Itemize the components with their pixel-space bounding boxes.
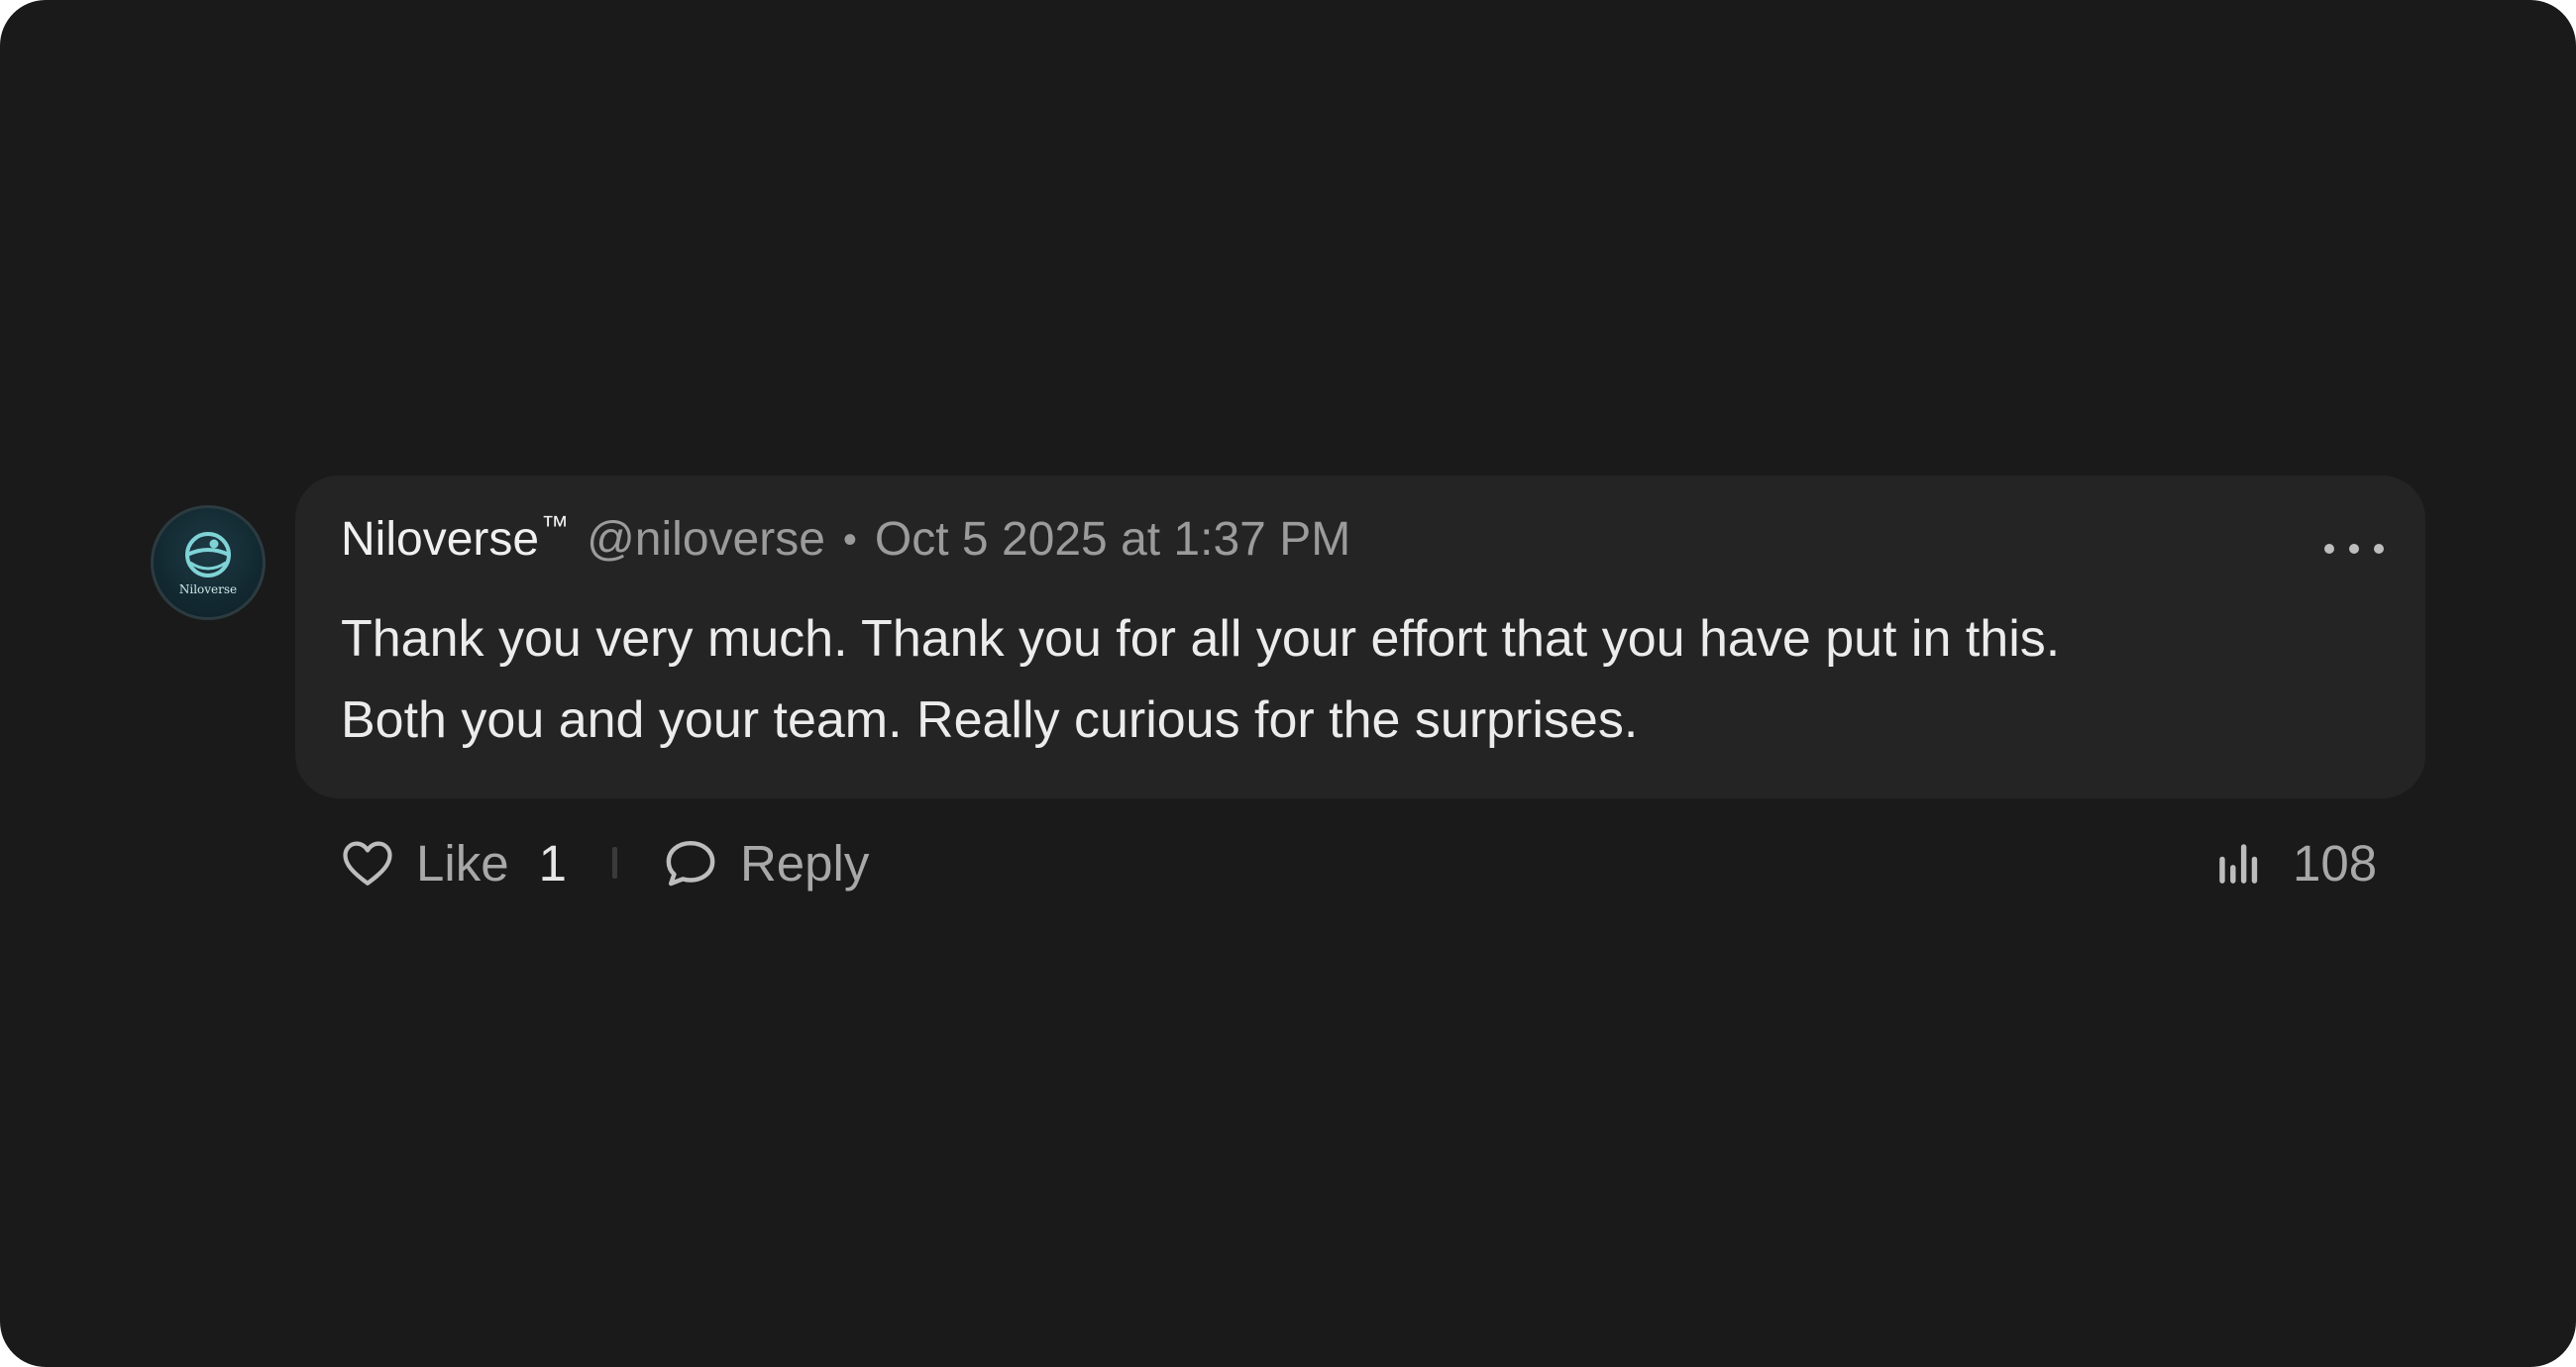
avatar[interactable]: Niloverse	[151, 505, 266, 620]
like-count: 1	[538, 834, 567, 892]
like-button[interactable]: Like 1	[341, 834, 567, 893]
reply-label: Reply	[739, 834, 870, 892]
comment-actions: Like 1 Reply	[341, 830, 869, 895]
niloverse-logo-icon: Niloverse	[179, 532, 237, 596]
author-name[interactable]: Niloverse	[341, 510, 539, 570]
comment-card: Niloverse Niloverse ™ @niloverse • Oct 5 …	[0, 0, 2576, 1367]
avatar-wordmark: Niloverse	[179, 582, 237, 596]
comment-body-line: Both you and your team. Really curious f…	[341, 691, 1639, 749]
comment-timestamp[interactable]: Oct 5 2025 at 1:37 PM	[875, 510, 1350, 570]
author-handle[interactable]: @niloverse	[587, 510, 825, 570]
views-stat: 108	[2213, 830, 2377, 895]
heart-icon	[343, 841, 392, 886]
like-label: Like	[416, 834, 509, 892]
views-count: 108	[2293, 834, 2378, 892]
bar-chart-icon	[2219, 844, 2258, 884]
more-horizontal-icon	[2324, 544, 2334, 554]
comment-body: Thank you very much. Thank you for all y…	[341, 598, 2382, 761]
meta-separator: •	[842, 518, 857, 562]
reply-button[interactable]: Reply	[663, 834, 869, 893]
action-divider	[611, 847, 617, 879]
more-options-button[interactable]	[2324, 535, 2384, 563]
speech-bubble-icon	[666, 840, 715, 887]
trademark-mark: ™	[541, 510, 570, 541]
comment-body-line: Thank you very much. Thank you for all y…	[341, 610, 2061, 668]
comment-meta: Niloverse ™ @niloverse • Oct 5 2025 at 1:…	[341, 510, 1350, 570]
